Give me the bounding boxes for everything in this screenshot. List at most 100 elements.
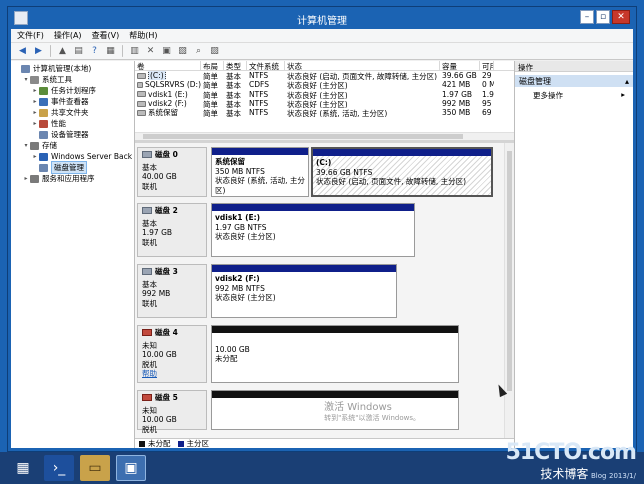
volume-row[interactable]: SQLSRVRS (D:) 简单 基本 CDFS 状态良好 (主分区) 421 MB 0 M bbox=[135, 80, 514, 90]
tree-item[interactable]: 设备管理器 bbox=[11, 129, 134, 140]
volume-capacity-cell: 992 MB bbox=[442, 98, 471, 108]
disk-type: 基本 bbox=[142, 279, 157, 289]
maximize-button[interactable]: ▫ bbox=[596, 10, 610, 24]
disk-management-pane: 卷 布局 类型 文件系统 状态 容量 可用 (C:)简单基本NTFS状态良好 (… bbox=[135, 61, 515, 448]
drive-icon bbox=[137, 91, 146, 98]
brand-blog: Blog bbox=[590, 472, 607, 480]
disk-name-row: 磁盘 3 bbox=[142, 267, 202, 277]
vertical-scrollbar[interactable] bbox=[504, 143, 514, 448]
delete-icon[interactable]: ✕ bbox=[144, 45, 157, 58]
partition[interactable]: vdisk2 (F:) 992 MB NTFS 状态良好 (主分区) bbox=[211, 264, 397, 318]
computer-management-taskbar-icon[interactable]: ▣ bbox=[116, 455, 146, 481]
tree-node-icon bbox=[39, 97, 48, 106]
tree-item[interactable]: 磁盘管理 bbox=[11, 161, 134, 174]
tree-item[interactable]: ▸ 事件查看器 bbox=[11, 96, 134, 107]
collapse-icon[interactable]: ▴ bbox=[625, 77, 629, 86]
expand-arrow-icon[interactable]: ▸ bbox=[31, 120, 39, 127]
partition[interactable]: (C:) 39.66 GB NTFS 状态良好 (启动, 页面文件, 故障转储, 主… bbox=[311, 147, 493, 197]
partition[interactable]: vdisk1 (E:) 1.97 GB NTFS 状态良好 (主分区) bbox=[211, 203, 415, 257]
menu-action[interactable]: 操作(A) bbox=[54, 30, 82, 41]
menu-help[interactable]: 帮助(H) bbox=[129, 30, 157, 41]
close-button[interactable]: ✕ bbox=[612, 10, 630, 24]
tree-node-icon bbox=[39, 86, 48, 95]
column-type[interactable]: 类型 bbox=[224, 61, 247, 70]
tree-item[interactable]: ▸ 性能 bbox=[11, 118, 134, 129]
disk-label[interactable]: 磁盘 2 基本 1.97 GB 联机 bbox=[137, 203, 207, 257]
disk-icon bbox=[142, 151, 152, 159]
unallocated-partition[interactable]: 10.00 GB 未分配 bbox=[211, 325, 459, 383]
menu-file[interactable]: 文件(F) bbox=[17, 30, 44, 41]
unallocated-bar bbox=[212, 391, 458, 398]
export-icon[interactable]: ▥ bbox=[128, 45, 141, 58]
column-volume[interactable]: 卷 bbox=[135, 61, 201, 70]
drive-icon bbox=[137, 100, 146, 107]
tree-item-label: Windows Server Back bbox=[51, 152, 133, 161]
tree-item[interactable]: ▾ 存储 bbox=[11, 140, 134, 151]
minimize-button[interactable]: – bbox=[580, 10, 594, 24]
tree-item-label: 系统工具 bbox=[42, 75, 72, 84]
expand-arrow-icon[interactable]: ▾ bbox=[22, 76, 30, 83]
volume-row[interactable]: (C:) 简单 基本 NTFS 状态良好 (启动, 页面文件, 故障转储, 主分区) 39… bbox=[135, 71, 514, 81]
disk-help-link[interactable]: 帮助 bbox=[142, 369, 202, 379]
partition[interactable]: 系统保留 350 MB NTFS 状态良好 (系统, 活动, 主分区) bbox=[211, 147, 309, 197]
volume-type-cell: 基本 bbox=[226, 109, 241, 118]
forward-icon[interactable]: ▶ bbox=[32, 45, 45, 58]
scrollbar-thumb[interactable] bbox=[507, 151, 512, 391]
expand-arrow-icon[interactable]: ▸ bbox=[22, 175, 30, 182]
tree-item[interactable]: 计算机管理(本地) bbox=[11, 63, 134, 74]
tree-item-label: 服务和应用程序 bbox=[42, 174, 95, 183]
tree-node-icon bbox=[39, 152, 48, 161]
menu-bar: 文件(F) 操作(A) 查看(V) 帮助(H) bbox=[11, 29, 633, 43]
more-actions-label: 更多操作 bbox=[533, 91, 563, 100]
activation-watermark: 激活 Windows 转到"系统"以激活 Windows。 bbox=[324, 402, 420, 424]
tree-item[interactable]: ▸ 服务和应用程序 bbox=[11, 173, 134, 184]
properties-icon[interactable]: ▦ bbox=[104, 45, 117, 58]
column-status[interactable]: 状态 bbox=[285, 61, 440, 70]
start-button-icon[interactable]: ▦ bbox=[8, 455, 38, 481]
column-layout[interactable]: 布局 bbox=[201, 61, 224, 70]
tree-item-label: 共享文件夹 bbox=[51, 108, 89, 117]
tree-item[interactable]: ▸ 共享文件夹 bbox=[11, 107, 134, 118]
disk-label[interactable]: 磁盘 4 未知 10.00 GB 脱机 帮助 bbox=[137, 325, 207, 383]
search-icon[interactable]: ⌕ bbox=[192, 45, 205, 58]
disk-label[interactable]: 磁盘 3 基本 992 MB 联机 bbox=[137, 264, 207, 318]
volume-row[interactable]: 系统保留 简单 基本 NTFS 状态良好 (系统, 活动, 主分区) 350 MB 69 bbox=[135, 108, 514, 117]
expand-arrow-icon[interactable]: ▸ bbox=[31, 153, 39, 160]
horizontal-scrollbar[interactable] bbox=[135, 132, 514, 140]
menu-view[interactable]: 查看(V) bbox=[92, 30, 120, 41]
actions-disk-management[interactable]: 磁盘管理 ▴ bbox=[515, 75, 633, 87]
expand-arrow-icon[interactable]: ▾ bbox=[22, 142, 30, 149]
volume-free-cell: 69 bbox=[482, 108, 492, 118]
settings-icon[interactable]: ▨ bbox=[208, 45, 221, 58]
more-actions[interactable]: 更多操作 ▸ bbox=[515, 87, 633, 101]
expand-arrow-icon[interactable]: ▸ bbox=[31, 109, 39, 116]
expand-arrow-icon[interactable]: ▸ bbox=[31, 98, 39, 105]
column-capacity[interactable]: 容量 bbox=[440, 61, 480, 70]
disk-graphical-view: 磁盘 0 基本 40.00 GB 联机 系统保留 350 MB NTFS 状态良好 (系统,… bbox=[135, 143, 514, 448]
disk-status: 联机 bbox=[142, 237, 157, 247]
help-icon[interactable]: ? bbox=[88, 45, 101, 58]
volume-row[interactable]: vdisk2 (F:) 简单 基本 NTFS 状态良好 (主分区) 992 MB 95 bbox=[135, 99, 514, 108]
disk-row: 磁盘 0 基本 40.00 GB 联机 系统保留 350 MB NTFS 状态良好 (系统,… bbox=[137, 147, 502, 197]
connect-icon[interactable]: ▣ bbox=[160, 45, 173, 58]
tree-item[interactable]: ▸ 任务计划程序 bbox=[11, 85, 134, 96]
volume-name: vdisk1 (E:) bbox=[148, 89, 188, 99]
file-explorer-icon[interactable]: ▭ bbox=[80, 455, 110, 481]
powershell-icon[interactable]: ›_ bbox=[44, 455, 74, 481]
partition-info: vdisk2 (F:) 992 MB NTFS 状态良好 (主分区) bbox=[212, 272, 396, 305]
console-tree-icon[interactable]: ▤ bbox=[72, 45, 85, 58]
scrollbar-thumb[interactable] bbox=[143, 134, 463, 139]
disk-label[interactable]: 磁盘 0 基本 40.00 GB 联机 bbox=[137, 147, 207, 197]
disk-label[interactable]: 磁盘 5 未知 10.00 GB 脱机 bbox=[137, 390, 207, 434]
volume-row[interactable]: vdisk1 (E:) 简单 基本 NTFS 状态良好 (主分区) 1.97 GB 1.9 bbox=[135, 90, 514, 99]
legend-unallocated-label: 未分配 bbox=[148, 439, 171, 448]
expand-arrow-icon[interactable]: ▸ bbox=[31, 87, 39, 94]
tree-item[interactable]: ▾ 系统工具 bbox=[11, 74, 134, 85]
up-icon[interactable]: ▲ bbox=[56, 45, 69, 58]
disk-name-row: 磁盘 2 bbox=[142, 206, 202, 216]
back-icon[interactable]: ◀ bbox=[16, 45, 29, 58]
column-free[interactable]: 可用 bbox=[480, 61, 494, 70]
partition-size: 39.66 GB NTFS bbox=[316, 167, 373, 177]
open-icon[interactable]: ▧ bbox=[176, 45, 189, 58]
column-filesystem[interactable]: 文件系统 bbox=[247, 61, 285, 70]
